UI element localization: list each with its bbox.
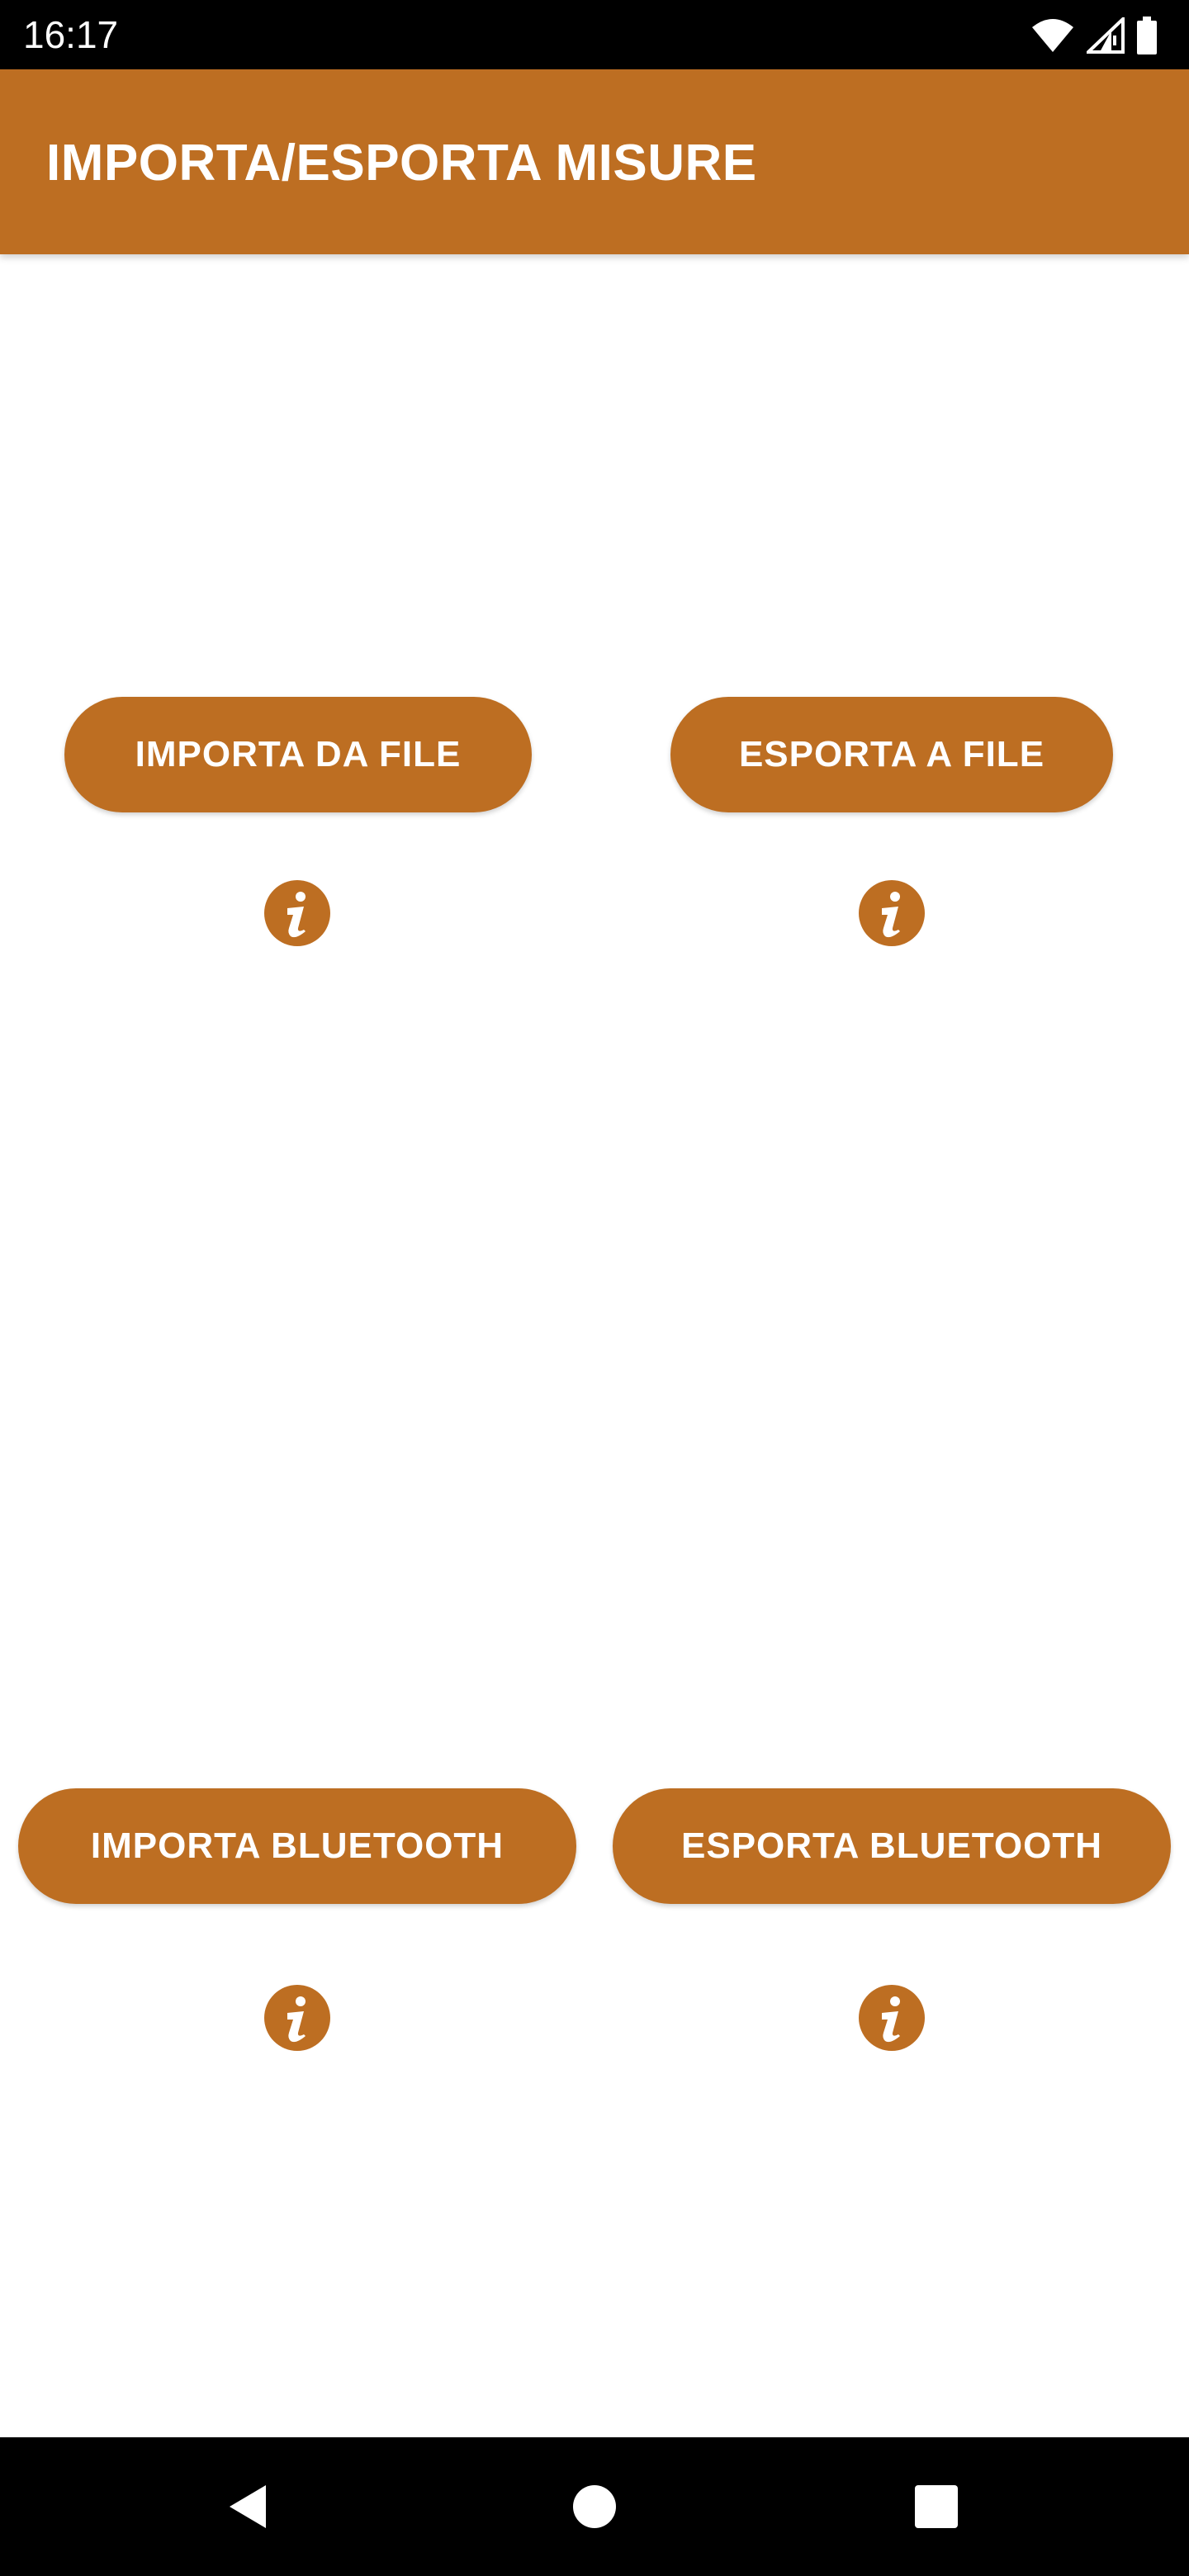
status-time: 16:17 (23, 13, 119, 56)
recents-button[interactable] (854, 2437, 1019, 2576)
info-icon[interactable] (857, 878, 926, 948)
back-icon (230, 2485, 266, 2528)
status-icons (1030, 15, 1158, 56)
wifi-icon (1032, 19, 1073, 52)
app-bar: IMPORTA/ESPORTA MISURE (0, 69, 1189, 254)
home-icon (573, 2485, 616, 2528)
import-file-button[interactable]: IMPORTA DA FILE (64, 697, 532, 812)
back-button[interactable] (165, 2437, 330, 2576)
page-title: IMPORTA/ESPORTA MISURE (46, 135, 757, 192)
export-file-button[interactable]: ESPORTA A FILE (670, 697, 1113, 812)
info-icon[interactable] (263, 878, 332, 948)
export-bluetooth-button[interactable]: ESPORTA BLUETOOTH (613, 1788, 1171, 1904)
recents-icon (915, 2485, 958, 2528)
info-icon[interactable] (857, 1983, 926, 2053)
battery-icon (1137, 17, 1157, 54)
signal-icon (1087, 17, 1125, 54)
navigation-bar (0, 2437, 1189, 2576)
info-icon[interactable] (263, 1983, 332, 2053)
home-button[interactable] (512, 2437, 677, 2576)
status-bar: 16:17 (0, 0, 1189, 69)
import-bluetooth-button[interactable]: IMPORTA BLUETOOTH (18, 1788, 576, 1904)
